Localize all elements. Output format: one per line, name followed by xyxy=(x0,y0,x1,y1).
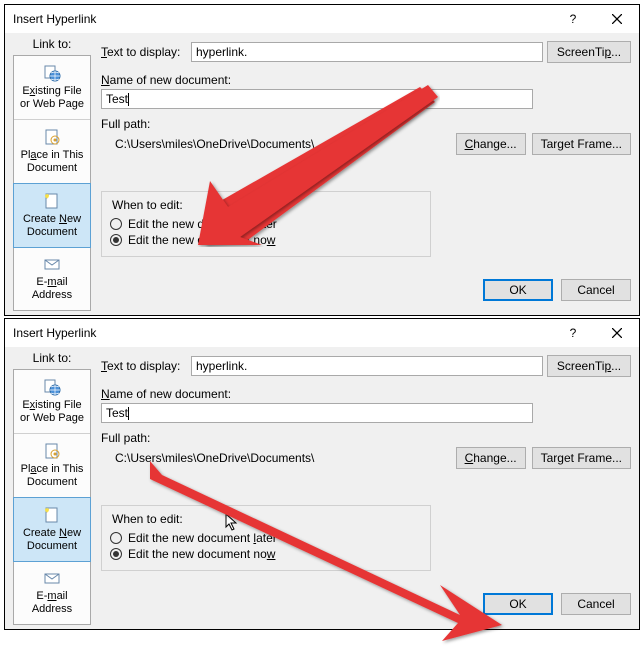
when-to-edit-label: When to edit: xyxy=(110,512,185,526)
ok-button[interactable]: OK xyxy=(483,593,553,615)
link-option-label: Existing Fileor Web Page xyxy=(20,85,84,110)
link-option-existing-file[interactable]: Existing Fileor Web Page xyxy=(14,370,90,434)
email-icon xyxy=(43,569,61,587)
link-option-label: Create NewDocument xyxy=(23,527,81,552)
screentip-button[interactable]: ScreenTip... xyxy=(547,41,631,63)
radio-edit-later[interactable]: Edit the new document later xyxy=(110,530,422,546)
radio-label: Edit the new document now xyxy=(128,233,275,247)
radio-edit-now[interactable]: Edit the new document now xyxy=(110,546,422,562)
name-of-document-input[interactable]: Test xyxy=(101,403,533,423)
radio-edit-now[interactable]: Edit the new document now xyxy=(110,232,422,248)
insert-hyperlink-dialog: Insert Hyperlink ? Link to: Existing Fil… xyxy=(4,4,640,316)
full-path-value: C:\Users\miles\OneDrive\Documents\ xyxy=(101,445,456,465)
radio-label: Edit the new document later xyxy=(128,217,277,231)
change-button[interactable]: Change... xyxy=(456,447,526,469)
name-of-document-input[interactable]: Test xyxy=(101,89,533,109)
text-to-display-label: Text to display: xyxy=(101,45,187,59)
link-option-label: E-mailAddress xyxy=(32,590,72,615)
text-to-display-input[interactable]: hyperlink. xyxy=(191,42,543,62)
target-frame-button[interactable]: Target Frame... xyxy=(532,133,631,155)
link-option-label: Create NewDocument xyxy=(23,213,81,238)
radio-icon xyxy=(110,532,122,544)
link-option-label: E-mailAddress xyxy=(32,276,72,301)
name-of-document-label: Name of new document: xyxy=(101,387,631,401)
ok-button[interactable]: OK xyxy=(483,279,553,301)
full-path-label: Full path: xyxy=(101,431,456,445)
link-option-existing-file[interactable]: Existing Fileor Web Page xyxy=(14,56,90,120)
link-option-label: Existing Fileor Web Page xyxy=(20,399,84,424)
new-document-icon xyxy=(43,192,61,210)
link-option-email-address[interactable]: E-mailAddress xyxy=(14,247,90,310)
globe-page-icon xyxy=(43,64,61,82)
link-option-label: Place in ThisDocument xyxy=(21,149,84,174)
insert-hyperlink-dialog: Insert Hyperlink ? Link to: Existing Fil… xyxy=(4,318,640,630)
cancel-button[interactable]: Cancel xyxy=(561,279,631,301)
full-path-value: C:\Users\miles\OneDrive\Documents\ xyxy=(101,131,456,151)
link-option-create-new-document[interactable]: Create NewDocument xyxy=(13,183,91,248)
screentip-button[interactable]: ScreenTip... xyxy=(547,355,631,377)
cancel-button[interactable]: Cancel xyxy=(561,593,631,615)
email-icon xyxy=(43,255,61,273)
link-to-label: Link to: xyxy=(13,351,91,369)
when-to-edit-group: When to edit: Edit the new document late… xyxy=(101,191,431,257)
radio-icon xyxy=(110,548,122,560)
titlebar: Insert Hyperlink ? xyxy=(5,319,639,347)
change-button[interactable]: Change... xyxy=(456,133,526,155)
link-option-create-new-document[interactable]: Create NewDocument xyxy=(13,497,91,562)
close-icon xyxy=(612,14,622,24)
radio-icon xyxy=(110,234,122,246)
close-button[interactable] xyxy=(595,319,639,347)
when-to-edit-label: When to edit: xyxy=(110,198,185,212)
help-button[interactable]: ? xyxy=(551,5,595,33)
target-frame-button[interactable]: Target Frame... xyxy=(532,447,631,469)
link-option-label: Place in ThisDocument xyxy=(21,463,84,488)
close-icon xyxy=(612,328,622,338)
link-option-place-in-document[interactable]: Place in ThisDocument xyxy=(14,434,90,498)
full-path-label: Full path: xyxy=(101,117,456,131)
link-to-options: Existing Fileor Web Page Place in ThisDo… xyxy=(13,369,91,625)
text-to-display-input[interactable]: hyperlink. xyxy=(191,356,543,376)
document-target-icon xyxy=(43,128,61,146)
link-to-options: Existing Fileor Web Page Place in ThisDo… xyxy=(13,55,91,311)
link-option-email-address[interactable]: E-mailAddress xyxy=(14,561,90,624)
close-button[interactable] xyxy=(595,5,639,33)
help-button[interactable]: ? xyxy=(551,319,595,347)
name-of-document-label: Name of new document: xyxy=(101,73,631,87)
when-to-edit-group: When to edit: Edit the new document late… xyxy=(101,505,431,571)
radio-label: Edit the new document now xyxy=(128,547,275,561)
document-target-icon xyxy=(43,442,61,460)
link-to-label: Link to: xyxy=(13,37,91,55)
titlebar: Insert Hyperlink ? xyxy=(5,5,639,33)
text-to-display-label: Text to display: xyxy=(101,359,187,373)
new-document-icon xyxy=(43,506,61,524)
dialog-title: Insert Hyperlink xyxy=(13,326,551,340)
radio-edit-later[interactable]: Edit the new document later xyxy=(110,216,422,232)
radio-label: Edit the new document later xyxy=(128,531,277,545)
link-option-place-in-document[interactable]: Place in ThisDocument xyxy=(14,120,90,184)
dialog-title: Insert Hyperlink xyxy=(13,12,551,26)
radio-icon xyxy=(110,218,122,230)
globe-page-icon xyxy=(43,378,61,396)
